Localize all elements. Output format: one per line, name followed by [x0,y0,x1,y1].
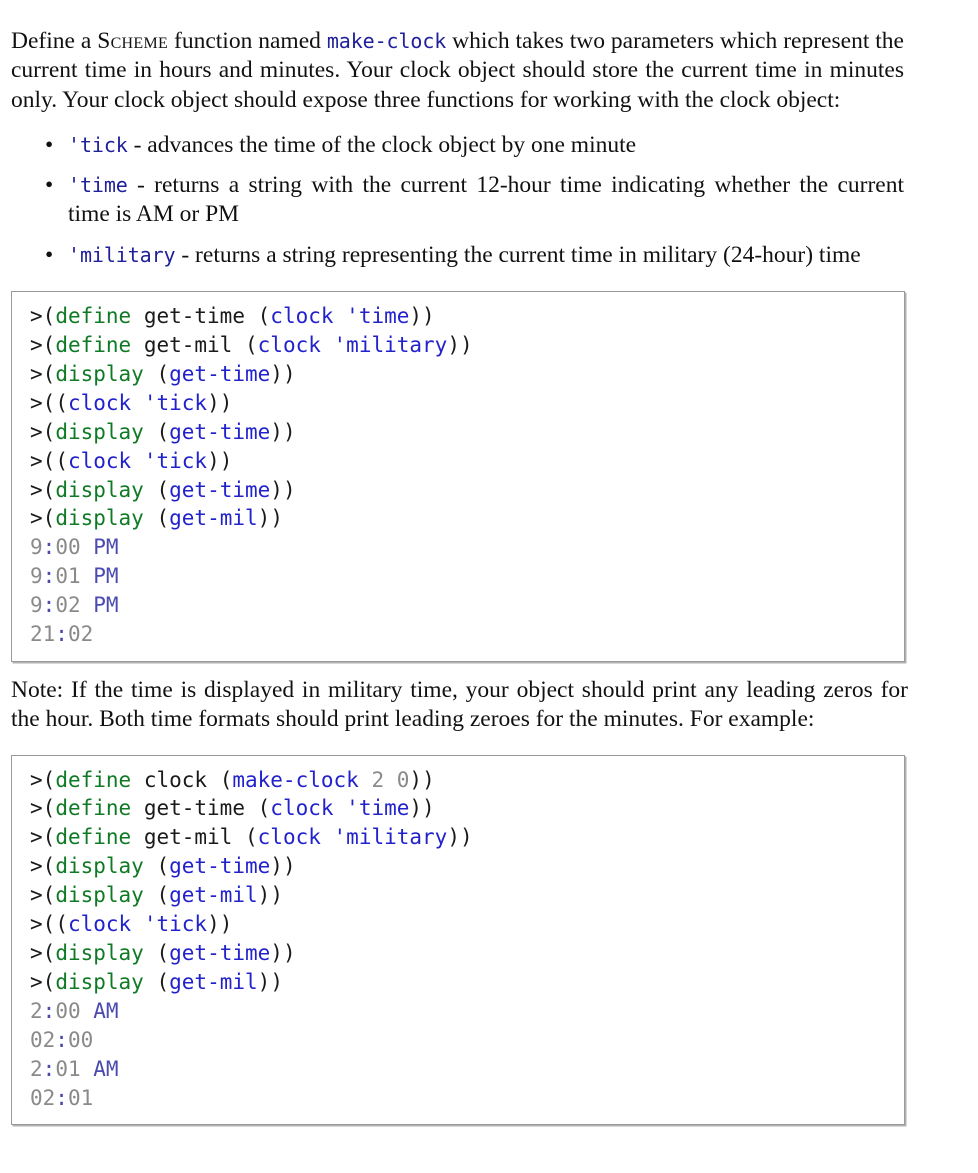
code-line: >(define clock (make-clock 2 0)) [30,767,435,792]
intro-paragraph: Define a Scheme function named make-cloc… [0,0,978,115]
list-item-label: - returns a string with the current 12-h… [68,172,904,228]
code-line: >((clock 'tick)) [30,390,233,415]
list-item-code: 'military [68,242,176,267]
intro-text-before: Define a [11,28,98,54]
list-item: • 'military - returns a string representi… [11,241,904,270]
function-list: • 'tick - advances the time of the clock … [0,115,978,270]
bullet-icon: • [45,172,54,199]
bullet-icon: • [45,131,54,158]
code-line: >(display (get-time)) [30,477,296,502]
code-line: 02:00 [30,1027,94,1052]
code-line: 2:01 AM [30,1056,119,1081]
document-page: Define a Scheme function named make-cloc… [0,0,978,1173]
list-item-label: - returns a string representing the curr… [175,241,861,268]
code-line: 9:00 PM [30,535,119,560]
code-line: >((clock 'tick)) [30,912,233,937]
intro-text-middle: function named [168,28,327,54]
code-line: >(define get-time (clock 'time)) [30,304,435,329]
code-line: >(display (get-time)) [30,361,296,386]
note-paragraph: Note: If the time is displayed in milita… [11,676,908,733]
bullet-icon: • [45,241,54,268]
list-item: • 'tick - advances the time of the clock … [11,131,904,160]
code-line: 2:00 AM [30,998,119,1023]
code-line: 9:02 PM [30,593,119,618]
list-item: • 'time - returns a string with the curre… [11,171,904,230]
code-line: 9:01 PM [30,564,119,589]
code-line: >(display (get-time)) [30,854,296,879]
code-line: >(display (get-mil)) [30,506,283,531]
code-line: 21:02 [30,622,94,647]
scheme-keyword: Scheme [97,28,169,54]
code-line: 02:01 [30,1085,94,1110]
make-clock-inline-code: make-clock [326,29,447,53]
code-line: >(define get-time (clock 'time)) [30,796,435,821]
code-line: >(define get-mil (clock 'military)) [30,332,473,357]
code-block-repl-example-1: >(define get-time (clock 'time)) >(define… [11,291,905,662]
code-line: >((clock 'tick)) [30,448,233,473]
code-line: >(display (get-time)) [30,419,296,444]
code-block-repl-example-2: >(define clock (make-clock 2 0)) >(define… [11,754,905,1126]
code-line: >(display (get-mil)) [30,969,283,994]
list-item-code: 'time [68,173,128,198]
list-item-label: - advances the time of the clock object … [127,131,637,158]
code-line: >(display (get-mil)) [30,883,283,908]
list-item-code: 'tick [68,132,128,157]
code-line: >(display (get-time)) [30,940,296,965]
code-line: >(define get-mil (clock 'military)) [30,825,473,850]
